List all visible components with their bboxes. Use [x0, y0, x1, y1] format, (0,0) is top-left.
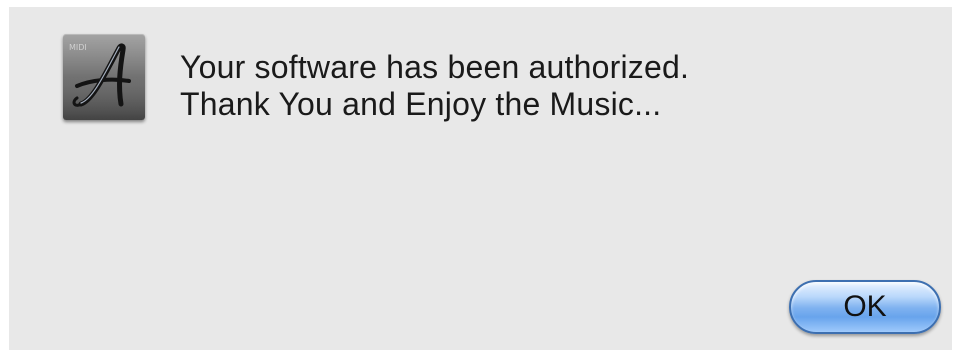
alert-message-line-1: Your software has been authorized.: [180, 49, 690, 85]
icon-badge-text: MIDI: [69, 43, 87, 52]
alert-message: Your software has been authorized. Thank…: [180, 49, 689, 123]
ok-button[interactable]: OK: [789, 280, 941, 334]
app-logo-script-a-icon: MIDI: [63, 34, 145, 120]
alert-dialog: MIDI Your software has been authorized. …: [9, 7, 952, 350]
alert-message-line-2: Thank You and Enjoy the Music...: [180, 86, 662, 122]
